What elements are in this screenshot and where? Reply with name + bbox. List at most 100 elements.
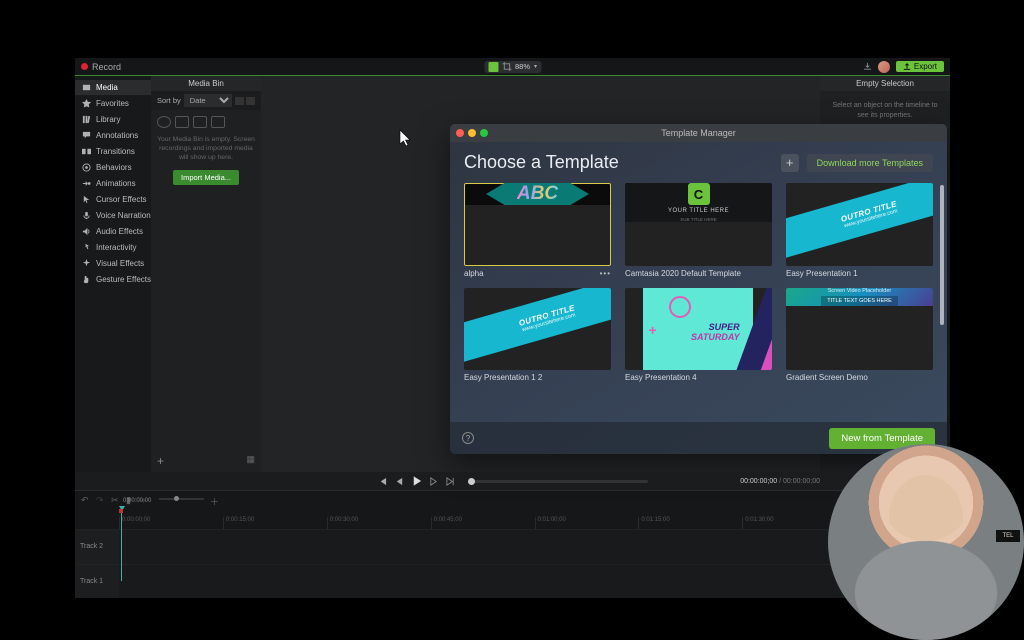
sort-by-select[interactable]: Date <box>184 94 232 107</box>
sidebar-item-favorites[interactable]: Favorites <box>75 96 151 111</box>
webcam-badge: TEL <box>996 530 1020 542</box>
timeline-ruler[interactable]: 0:00:00;000:00:15;000:00:30;000:00:45;00… <box>75 517 950 529</box>
playhead-time: 0:00:00;00 <box>123 498 151 504</box>
properties-title: Empty Selection <box>820 76 950 91</box>
sidebar-item-voice-narration[interactable]: Voice Narration <box>75 208 151 223</box>
template-label: Easy Presentation 4 <box>625 373 697 382</box>
redo-icon[interactable]: ↷ <box>96 495 105 504</box>
pointer-tool-icon[interactable] <box>488 62 498 72</box>
account-avatar[interactable] <box>878 61 890 73</box>
timeline-panel: ↶ ↷ ✂ ▮ − ＋ 0:00:00;00 0:00:00;000:00:15… <box>75 490 950 598</box>
canvas-preview[interactable]: Template Manager Choose a Template + Dow… <box>261 76 820 472</box>
download-icon[interactable] <box>863 62 872 71</box>
download-more-templates-button[interactable]: Download more Templates <box>807 154 933 172</box>
sidebar-item-label: Library <box>96 115 120 124</box>
behaviors-icon <box>82 163 91 172</box>
sidebar-item-library[interactable]: Library <box>75 112 151 127</box>
template-thumbnail[interactable]: ABC <box>464 183 611 266</box>
annotations-icon <box>82 131 91 140</box>
record-filter-icon[interactable] <box>157 116 171 128</box>
view-thumbnail-icon[interactable] <box>235 97 244 105</box>
ruler-tick: 0:00:15;00 <box>223 517 327 529</box>
template-thumbnail[interactable]: OUTRO TITLEwww.yoursitehere.com <box>786 183 933 266</box>
video-filter-icon[interactable] <box>175 116 189 128</box>
step-back-button[interactable] <box>394 476 405 487</box>
zoom-in-icon[interactable]: ＋ <box>210 495 219 504</box>
step-forward-button[interactable] <box>428 476 439 487</box>
sidebar-item-transitions[interactable]: Transitions <box>75 144 151 159</box>
template-card[interactable]: CYOUR TITLE HERESUB TITLE HERECamtasia 2… <box>625 183 772 278</box>
media-icon <box>82 83 91 92</box>
view-list-icon[interactable] <box>246 97 255 105</box>
media-type-filters <box>151 110 261 134</box>
export-button[interactable]: Export <box>896 61 944 72</box>
template-label: Easy Presentation 1 2 <box>464 373 542 382</box>
sidebar-item-animations[interactable]: Animations <box>75 176 151 191</box>
crop-tool-icon[interactable] <box>502 62 511 71</box>
template-card[interactable]: OUTRO TITLEwww.yoursitehere.com Easy Pres… <box>464 288 611 383</box>
track-label[interactable]: Track 2 <box>75 530 119 564</box>
playback-bar: 00:00:00;00 / 00:00:00;00 <box>75 472 950 490</box>
timeline-track[interactable]: Track 1 <box>75 564 950 599</box>
template-card[interactable]: +SUPERSATURDAY Easy Presentation 4 <box>625 288 772 383</box>
ruler-tick: 0:01:15;00 <box>638 517 742 529</box>
ruler-tick: 0:01:00;00 <box>535 517 639 529</box>
template-manager-window: Template Manager Choose a Template + Dow… <box>450 124 947 454</box>
template-thumbnail[interactable]: Screen Video PlaceholderTITLE TEXT GOES … <box>786 288 933 371</box>
modal-window-title: Template Manager <box>661 128 736 138</box>
close-window-icon[interactable] <box>456 129 464 137</box>
template-thumbnail[interactable]: CYOUR TITLE HERESUB TITLE HERE <box>625 183 772 266</box>
track-lane[interactable] <box>119 565 950 599</box>
template-card[interactable]: ABC alpha ••• <box>464 183 611 278</box>
sidebar-item-media[interactable]: Media <box>75 80 151 95</box>
canvas-toolbar[interactable]: 88% ▾ <box>484 61 541 73</box>
template-thumbnail[interactable]: +SUPERSATURDAY <box>625 288 772 371</box>
audio-filter-icon[interactable] <box>193 116 207 128</box>
template-thumbnail[interactable]: OUTRO TITLEwww.yoursitehere.com <box>464 288 611 371</box>
timeline-zoom-slider[interactable] <box>159 498 204 500</box>
sidebar-item-audio-effects[interactable]: Audio Effects <box>75 224 151 239</box>
audio-effects-icon <box>82 227 91 236</box>
image-filter-icon[interactable] <box>211 116 225 128</box>
add-media-button[interactable]: + <box>157 454 164 468</box>
sidebar-item-cursor-effects[interactable]: Cursor Effects <box>75 192 151 207</box>
zoom-percent[interactable]: 88% <box>515 62 530 71</box>
modal-titlebar[interactable]: Template Manager <box>450 124 947 142</box>
record-button[interactable]: Record <box>92 62 121 72</box>
sidebar-item-visual-effects[interactable]: Visual Effects <box>75 256 151 271</box>
template-card[interactable]: OUTRO TITLEwww.yoursitehere.comEasy Pres… <box>786 183 933 278</box>
cursor-effects-icon <box>82 195 91 204</box>
media-bin-panel: Media Bin Sort by Date Your Media Bin is… <box>151 76 261 472</box>
media-bin-grid-icon[interactable]: ▦ <box>246 454 255 468</box>
scrubber[interactable] <box>468 480 648 483</box>
sidebar-item-label: Audio Effects <box>96 227 143 236</box>
undo-icon[interactable]: ↶ <box>81 495 90 504</box>
properties-hint: Select an object on the timeline to see … <box>826 101 944 121</box>
next-clip-button[interactable] <box>445 476 456 487</box>
maximize-window-icon[interactable] <box>480 129 488 137</box>
chevron-down-icon[interactable]: ▾ <box>534 63 537 70</box>
sidebar-item-label: Gesture Effects <box>96 275 151 284</box>
track-lane[interactable] <box>119 530 950 564</box>
template-label: alpha <box>464 269 484 278</box>
template-more-icon[interactable]: ••• <box>600 269 611 278</box>
help-icon[interactable]: ? <box>462 432 474 444</box>
sidebar-item-interactivity[interactable]: Interactivity <box>75 240 151 255</box>
minimize-window-icon[interactable] <box>468 129 476 137</box>
prev-clip-button[interactable] <box>377 476 388 487</box>
visual-effects-icon <box>82 259 91 268</box>
track-label[interactable]: Track 1 <box>75 565 119 599</box>
sidebar-item-annotations[interactable]: Annotations <box>75 128 151 143</box>
app-topbar: Record 88% ▾ Export <box>75 58 950 76</box>
template-card[interactable]: Screen Video PlaceholderTITLE TEXT GOES … <box>786 288 933 383</box>
timeline-track[interactable]: Track 2 <box>75 529 950 564</box>
sidebar-item-gesture-effects[interactable]: Gesture Effects <box>75 272 151 287</box>
ruler-tick: 0:00:30;00 <box>327 517 431 529</box>
add-template-button[interactable]: + <box>781 154 799 172</box>
sort-by-label: Sort by <box>157 96 181 105</box>
import-media-button[interactable]: Import Media... <box>173 170 239 185</box>
play-button[interactable] <box>411 476 422 487</box>
sidebar-item-behaviors[interactable]: Behaviors <box>75 160 151 175</box>
cut-icon[interactable]: ✂ <box>111 495 120 504</box>
sidebar-item-label: Behaviors <box>96 163 132 172</box>
